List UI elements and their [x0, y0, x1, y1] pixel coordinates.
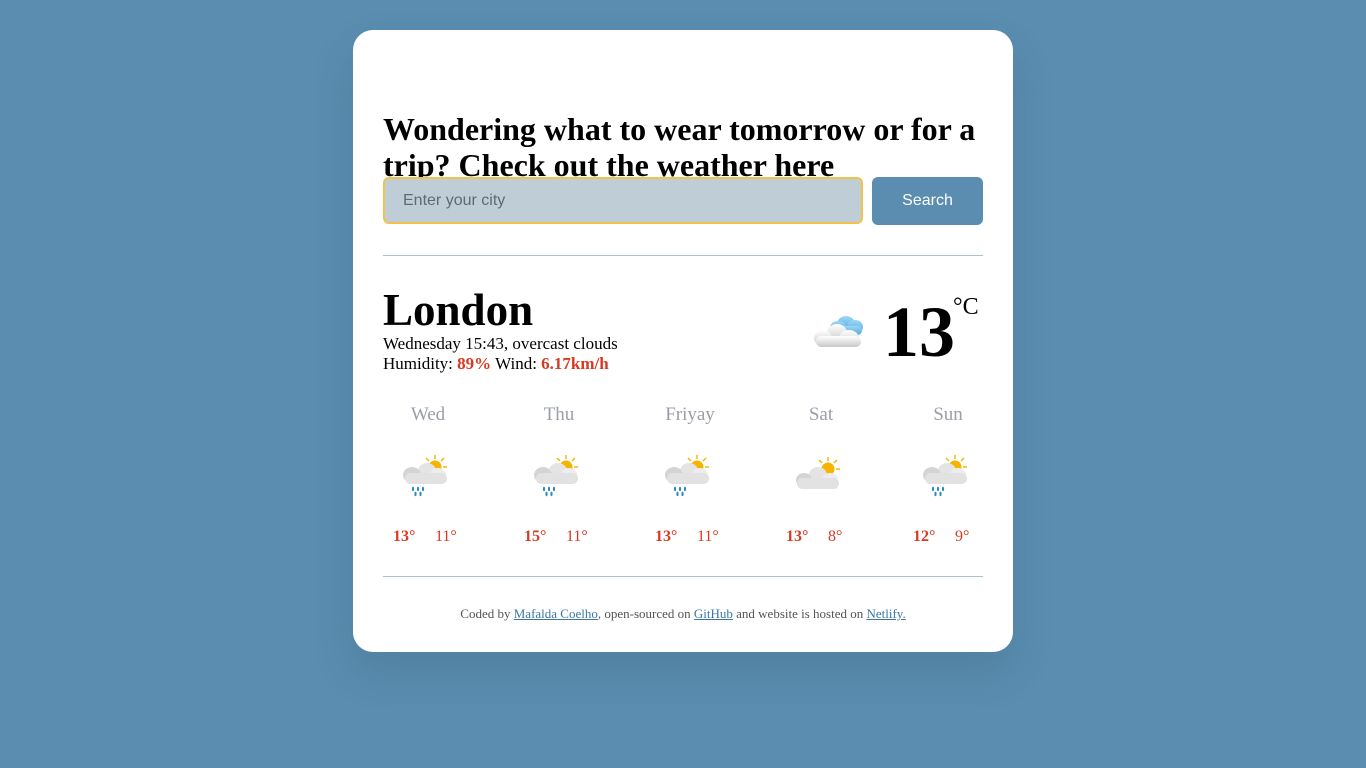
- forecast: Wed 13° 11° Thu 15° 11° Friyay 13° 11° S…: [383, 403, 983, 553]
- forecast-max: 15°: [524, 528, 547, 545]
- divider-bottom: [383, 576, 983, 577]
- forecast-day-name: Thu: [543, 404, 575, 425]
- forecast-min: 8°: [828, 528, 843, 545]
- divider-top: [383, 255, 983, 256]
- footer-mid2: and website is hosted on: [736, 606, 864, 621]
- author-link[interactable]: Mafalda Coelho: [514, 606, 598, 621]
- forecast-day: Sat 13° 8°: [776, 403, 866, 553]
- wind-label: Wind:: [495, 354, 537, 373]
- forecast-day: Thu 15° 11°: [514, 403, 604, 553]
- rain-sun-icon: [403, 455, 447, 497]
- forecast-day: Sun 12° 9°: [903, 403, 993, 553]
- forecast-max: 13°: [655, 528, 678, 545]
- footer-mid1: , open-sourced on: [597, 606, 691, 621]
- forecast-min: 11°: [697, 528, 719, 545]
- current-details: Wednesday 15:43, overcast clouds Humidit…: [383, 334, 618, 374]
- weather-card: Wondering what to wear tomorrow or for a…: [353, 30, 1013, 652]
- forecast-day-name: Sat: [808, 404, 834, 425]
- wind-value: 6.17km/h: [541, 354, 609, 373]
- forecast-day: Friyay 13° 11°: [645, 403, 735, 553]
- forecast-day-name: Friyay: [665, 404, 715, 425]
- humidity-label: Humidity:: [383, 354, 453, 373]
- city-name: London: [383, 285, 534, 335]
- forecast-day-name: Wed: [410, 404, 446, 425]
- forecast-max: 13°: [393, 528, 416, 545]
- rain-sun-icon: [534, 455, 578, 497]
- weather-description: overcast clouds: [512, 334, 618, 353]
- humidity-value: 89%: [457, 354, 492, 373]
- forecast-day-name: Sun: [933, 404, 963, 425]
- forecast-max: 12°: [913, 528, 936, 545]
- search-input[interactable]: [383, 177, 863, 224]
- footer: Coded by Mafalda Coelho, open-sourced on…: [383, 606, 983, 622]
- forecast-min: 9°: [955, 528, 970, 545]
- page-title: Wondering what to wear tomorrow or for a…: [383, 111, 976, 183]
- forecast-day: Wed 13° 11°: [383, 403, 473, 553]
- github-link[interactable]: GitHub: [694, 606, 733, 621]
- forecast-max: 13°: [786, 528, 809, 545]
- partly-cloudy-icon: [796, 457, 840, 489]
- netlify-link[interactable]: Netlify.: [866, 606, 905, 621]
- search-button[interactable]: Search: [872, 177, 983, 225]
- unit-celsius[interactable]: °C: [953, 293, 979, 321]
- datetime: Wednesday 15:43: [383, 334, 504, 353]
- rain-sun-icon: [923, 455, 967, 497]
- datetime-line: Wednesday 15:43, overcast clouds: [383, 334, 618, 353]
- cloud-icon: [814, 316, 863, 347]
- rain-sun-icon: [665, 455, 709, 497]
- footer-prefix: Coded by: [460, 606, 511, 621]
- current-temperature: 13: [883, 292, 955, 372]
- forecast-min: 11°: [435, 528, 457, 545]
- forecast-min: 11°: [566, 528, 588, 545]
- humidity-wind-line: Humidity: 89% Wind: 6.17km/h: [383, 354, 618, 374]
